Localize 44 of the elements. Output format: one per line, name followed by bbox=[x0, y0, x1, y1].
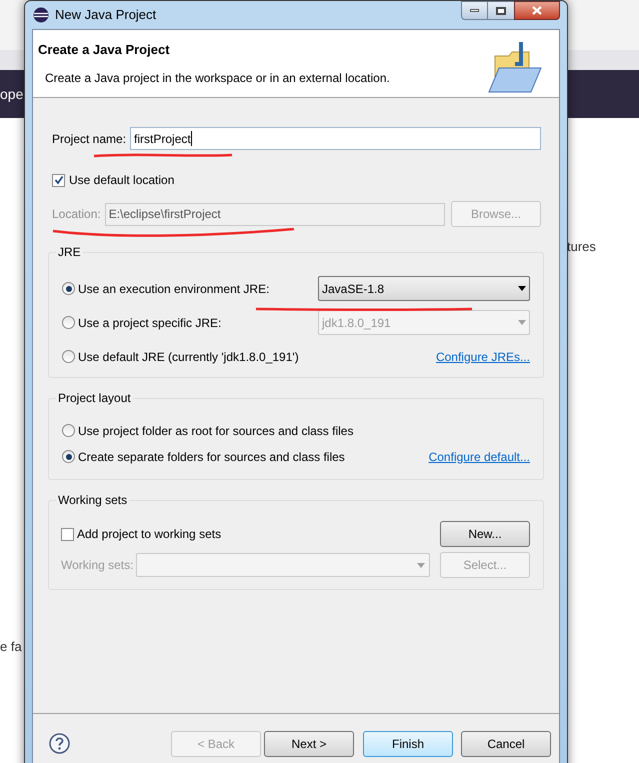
caret-icon bbox=[417, 562, 426, 568]
field-label: Project name: bbox=[52, 130, 126, 148]
dropdown[interactable]: JavaSE-1.8 bbox=[318, 276, 530, 301]
caret-icon bbox=[518, 320, 526, 325]
radio-button[interactable] bbox=[62, 350, 75, 363]
group-title: Working sets bbox=[56, 492, 130, 508]
radio-label: Use project folder as root for sources and class files bbox=[78, 422, 354, 440]
maximize-icon bbox=[496, 6, 506, 14]
help-icon[interactable] bbox=[49, 733, 70, 754]
caret-icon bbox=[518, 286, 526, 291]
project-name-field[interactable]: firstProject bbox=[130, 127, 541, 150]
radio-button[interactable] bbox=[62, 424, 75, 437]
background-text: ope bbox=[0, 84, 24, 104]
close-icon bbox=[532, 6, 542, 15]
checkbox[interactable] bbox=[61, 528, 74, 540]
dialog-button[interactable]: Next > bbox=[264, 731, 354, 757]
background-text: e fa bbox=[0, 638, 22, 656]
dialog-button[interactable]: Finish bbox=[363, 731, 453, 757]
checkbox-label: Use default location bbox=[69, 172, 174, 189]
background-text: tures bbox=[567, 238, 596, 256]
radio-label: Use default JRE (currently 'jdk1.8.0_191') bbox=[78, 348, 299, 366]
group-title: Project layout bbox=[56, 390, 133, 406]
checkbox-label: Add project to working sets bbox=[77, 526, 222, 543]
radio-label: Create separate folders for sources and class files bbox=[78, 448, 345, 466]
close-button[interactable] bbox=[514, 1, 560, 20]
radio-label: Use an execution environment JRE: bbox=[78, 280, 270, 298]
checkbox[interactable] bbox=[52, 174, 65, 186]
window-title: New Java Project bbox=[55, 6, 156, 24]
field-label: Working sets: bbox=[61, 557, 134, 574]
header-title: Create a Java Project bbox=[38, 41, 171, 59]
radio-button[interactable] bbox=[62, 282, 75, 295]
minimize-icon bbox=[470, 9, 479, 12]
dialog-button[interactable]: Cancel bbox=[461, 731, 551, 757]
maximize-button[interactable] bbox=[488, 1, 514, 20]
minimize-button[interactable] bbox=[461, 1, 488, 20]
radio-label: Use a project specific JRE: bbox=[78, 314, 222, 332]
radio-button[interactable] bbox=[62, 450, 75, 463]
configure-link[interactable]: Configure default... bbox=[428, 448, 530, 466]
radio-button[interactable] bbox=[62, 316, 75, 329]
header-description: Create a Java project in the workspace or in an external location. bbox=[45, 70, 391, 86]
new-button[interactable]: New... bbox=[440, 521, 530, 547]
app-icon bbox=[33, 7, 49, 23]
configure-link[interactable]: Configure JREs... bbox=[436, 350, 530, 364]
field-label: Location: bbox=[52, 206, 101, 223]
